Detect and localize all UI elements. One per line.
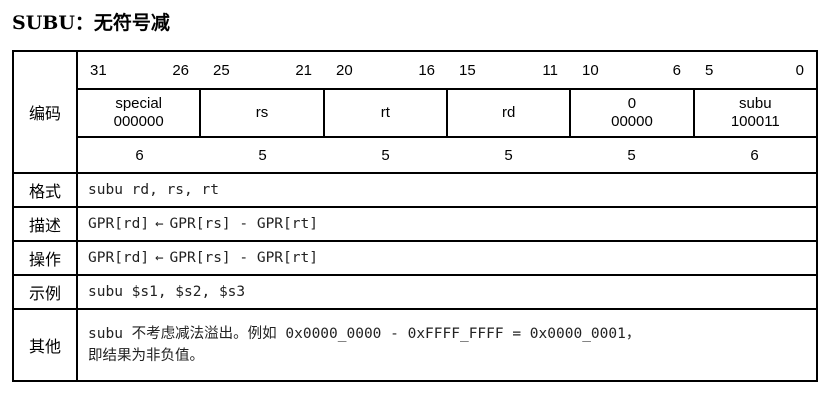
- width-rt: 5: [381, 146, 390, 164]
- widths-row: 6 5 5 5 5 6: [76, 136, 818, 174]
- other-text: subu 不考虑减法溢出。例如 0x0000_0000 - 0xFFFF_FFF…: [76, 308, 818, 382]
- left-arrow-icon: ←: [155, 250, 164, 266]
- width-rd: 5: [504, 146, 513, 164]
- encoding-label: 编码: [12, 50, 78, 174]
- bit-range-5-0: 50: [705, 61, 804, 79]
- field-rt: rt: [325, 90, 448, 136]
- width-rs: 5: [258, 146, 267, 164]
- fields-row: special 000000 rs rt rd 0 00000 subu 100011: [76, 88, 818, 138]
- bit-range-20-16: 20 16: [336, 61, 435, 79]
- other-label: 其他: [12, 308, 78, 382]
- field-rd: rd: [448, 90, 572, 136]
- left-arrow-icon: ←: [155, 216, 164, 232]
- bit-range-31-26: 31 26: [90, 61, 189, 79]
- field-rs: rs: [201, 90, 325, 136]
- description-label: 描述: [12, 206, 78, 242]
- operation-label: 操作: [12, 240, 78, 276]
- operation-text: GPR[rd] ← GPR[rs] - GPR[rt]: [76, 240, 818, 276]
- bit-range-15-11: 15 11: [459, 61, 558, 79]
- width-special: 6: [135, 146, 144, 164]
- example-text: subu $s1, $s2, $s3: [76, 274, 818, 310]
- bit-ranges-row: 31 26 25 21 20 16 15 11 10 6 50: [76, 50, 818, 90]
- description-text: GPR[rd] ← GPR[rs] - GPR[rt]: [76, 206, 818, 242]
- format-text: subu rd, rs, rt: [76, 172, 818, 208]
- format-label: 格式: [12, 172, 78, 208]
- width-subu: 6: [750, 146, 759, 164]
- page-title: SUBU：无符号减: [12, 12, 170, 34]
- example-label: 示例: [12, 274, 78, 310]
- field-subu: subu 100011: [730, 95, 780, 130]
- width-zero: 5: [627, 146, 636, 164]
- bit-range-10-6: 10 6: [582, 61, 681, 79]
- field-zero: 0 00000: [571, 90, 695, 136]
- field-special: special 000000: [78, 90, 202, 136]
- bit-range-25-21: 25 21: [213, 61, 312, 79]
- instruction-table: 编码 31 26 25 21 20 16 15 11 10 6 50 special 000…: [12, 50, 818, 382]
